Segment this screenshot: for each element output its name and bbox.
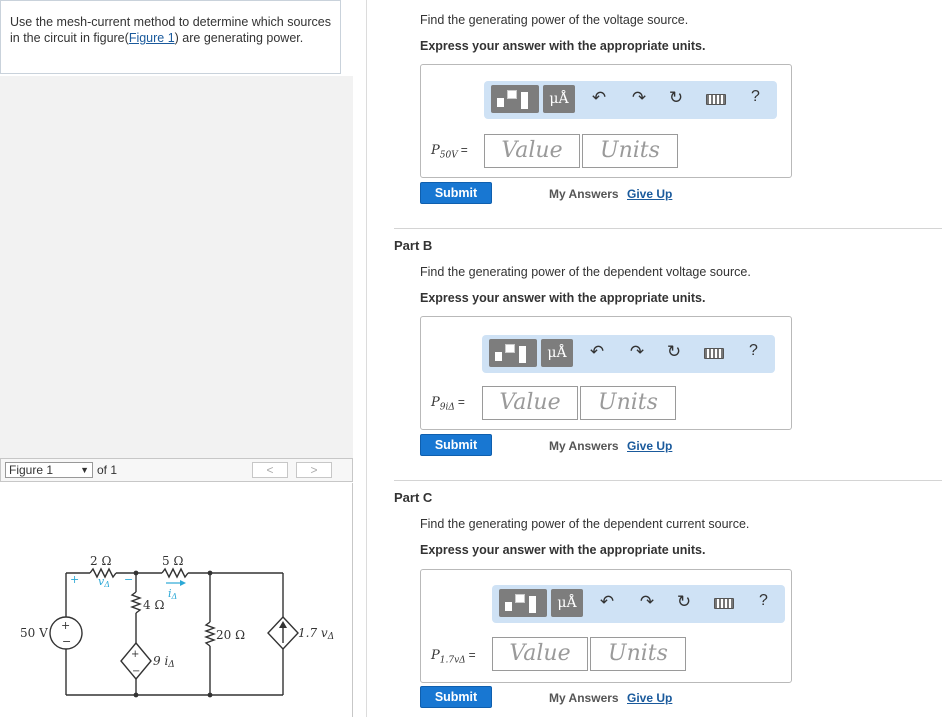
dep-voltage-label: 9 iΔ <box>153 654 175 670</box>
part-a-label: P50V = <box>431 143 468 161</box>
part-c-toolbar: μÅ ↶ ↷ ↻ ? <box>492 585 785 623</box>
resistor-4ohm-label: 4 Ω <box>143 598 164 612</box>
part-b-question: Find the generating power of the depende… <box>420 265 751 279</box>
part-b-value-input[interactable]: Value <box>482 386 578 420</box>
next-figure-button[interactable]: > <box>296 462 332 478</box>
keyboard-icon[interactable] <box>714 598 734 609</box>
part-a-value-input[interactable]: Value <box>484 134 580 168</box>
templates-icon[interactable] <box>491 85 539 113</box>
resistor-20ohm-label: 20 Ω <box>216 628 245 642</box>
idelta-label: iΔ <box>168 587 177 601</box>
keyboard-icon[interactable] <box>706 94 726 105</box>
dep-v-plus: + <box>131 649 139 660</box>
part-b-units-hint: Express your answer with the appropriate… <box>420 291 706 305</box>
part-b-submit-button[interactable]: Submit <box>420 434 492 456</box>
part-c-question: Find the generating power of the depende… <box>420 517 750 531</box>
dropdown-arrow-icon: ▼ <box>80 465 89 475</box>
vdelta-label: vΔ <box>98 575 110 589</box>
part-a-give-up-link[interactable]: Give Up <box>627 187 672 201</box>
part-b-units-input[interactable]: Units <box>580 386 676 420</box>
part-b-title[interactable]: Part B <box>394 238 432 253</box>
panel-divider <box>366 0 367 717</box>
figure-count: of 1 <box>97 463 118 477</box>
part-c-give-up-link[interactable]: Give Up <box>627 691 672 705</box>
part-c-submit-button[interactable]: Submit <box>420 686 492 708</box>
vsrc-minus: − <box>62 635 71 648</box>
part-b-give-up-link[interactable]: Give Up <box>627 439 672 453</box>
vdelta-minus: − <box>124 573 133 586</box>
help-icon[interactable]: ? <box>759 592 768 610</box>
prev-figure-button[interactable]: < <box>252 462 288 478</box>
left-panel: Use the mesh-current method to determine… <box>0 0 353 717</box>
templates-icon[interactable] <box>499 589 547 617</box>
part-c-title[interactable]: Part C <box>394 490 432 505</box>
part-a-answer-box: μÅ ↶ ↷ ↻ ? P50V = Value Units <box>420 64 792 178</box>
problem-text-end: ) are generating power. <box>174 31 304 45</box>
reset-icon[interactable]: ↻ <box>673 592 695 612</box>
circuit-diagram: 2 Ω 5 Ω 4 Ω 20 Ω 50 V + − + − vΔ iΔ + − … <box>20 554 334 698</box>
units-icon[interactable]: μÅ <box>551 589 583 617</box>
part-b-label: P9iΔ = <box>431 395 465 413</box>
voltage-source-label: 50 V <box>20 626 48 640</box>
problem-statement: Use the mesh-current method to determine… <box>0 0 341 74</box>
part-a-question: Find the generating power of the voltage… <box>420 13 689 27</box>
help-icon[interactable]: ? <box>751 88 760 106</box>
figure-link[interactable]: Figure 1 <box>129 31 175 45</box>
dep-v-minus: − <box>132 666 140 677</box>
figure-select-value: Figure 1 <box>9 463 54 477</box>
part-b-answer-box: μÅ ↶ ↷ ↻ ? P9iΔ = Value Units <box>420 316 792 430</box>
part-c-value-input[interactable]: Value <box>492 637 588 671</box>
dep-current-label: 1.7 vΔ <box>298 626 334 642</box>
figure-select[interactable]: Figure 1 ▼ <box>5 462 93 478</box>
part-c-my-answers[interactable]: My Answers <box>549 691 619 705</box>
templates-icon[interactable] <box>489 339 537 367</box>
redo-icon[interactable]: ↷ <box>626 342 648 362</box>
keyboard-icon[interactable] <box>704 348 724 359</box>
part-b-toolbar: μÅ ↶ ↷ ↻ ? <box>482 335 775 373</box>
units-icon[interactable]: μÅ <box>541 339 573 367</box>
redo-icon[interactable]: ↷ <box>628 88 650 108</box>
part-c-answer-box: μÅ ↶ ↷ ↻ ? P1.7vΔ = Value Units <box>420 569 792 683</box>
units-icon[interactable]: μÅ <box>543 85 575 113</box>
figure-area: 2 Ω 5 Ω 4 Ω 20 Ω 50 V + − + − vΔ iΔ + − … <box>0 483 353 717</box>
reset-icon[interactable]: ↻ <box>665 88 687 108</box>
vdelta-plus: + <box>70 573 79 586</box>
part-a-submit-button[interactable]: Submit <box>420 182 492 204</box>
part-c-label: P1.7vΔ = <box>431 648 476 666</box>
vsrc-plus: + <box>61 619 70 632</box>
part-c-units-hint: Express your answer with the appropriate… <box>420 543 706 557</box>
part-a-my-answers[interactable]: My Answers <box>549 187 619 201</box>
left-panel-background <box>0 76 353 458</box>
resistor-2ohm-label: 2 Ω <box>90 554 111 568</box>
part-b-my-answers[interactable]: My Answers <box>549 439 619 453</box>
undo-icon[interactable]: ↶ <box>588 88 610 108</box>
undo-icon[interactable]: ↶ <box>596 592 618 612</box>
part-a-toolbar: μÅ ↶ ↷ ↻ ? <box>484 81 777 119</box>
resistor-5ohm-label: 5 Ω <box>162 554 183 568</box>
undo-icon[interactable]: ↶ <box>586 342 608 362</box>
redo-icon[interactable]: ↷ <box>636 592 658 612</box>
part-a-units-input[interactable]: Units <box>582 134 678 168</box>
part-a-units-hint: Express your answer with the appropriate… <box>420 39 706 53</box>
figure-navigation-bar: Figure 1 ▼ of 1 < > <box>0 458 353 482</box>
reset-icon[interactable]: ↻ <box>663 342 685 362</box>
part-c-units-input[interactable]: Units <box>590 637 686 671</box>
help-icon[interactable]: ? <box>749 342 758 360</box>
part-b-separator <box>394 228 942 229</box>
part-c-separator <box>394 480 942 481</box>
